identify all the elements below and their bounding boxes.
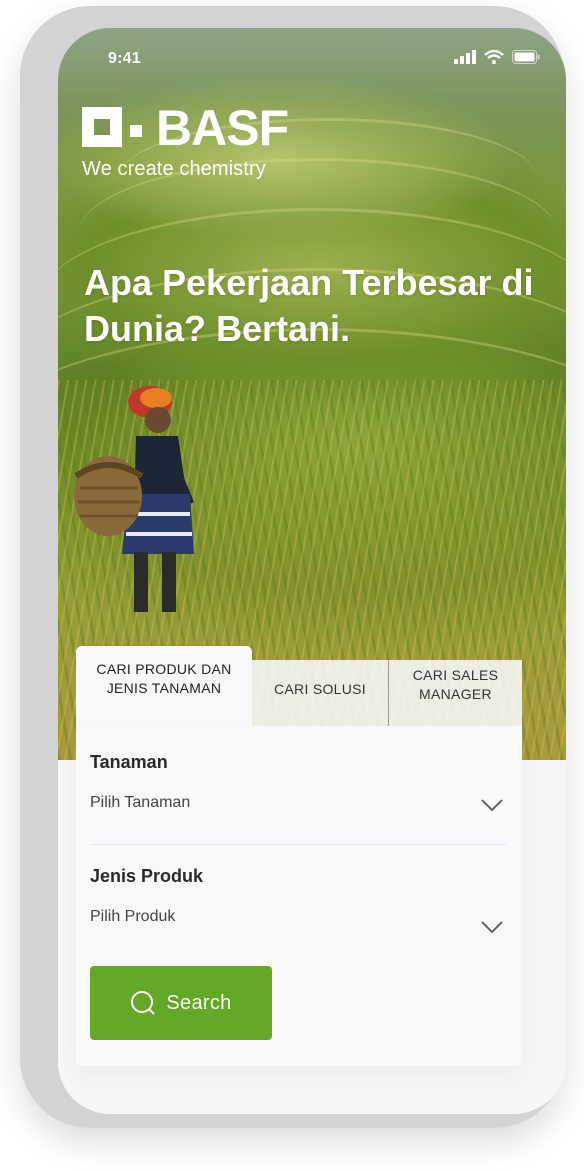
search-tabs: CARI PRODUK DAN JENIS TANAMAN CARI SOLUS… [76,646,540,726]
status-time: 9:41 [108,50,141,67]
app-screen: 9:41 BASF We create chemistry Apa Pekerj… [58,28,566,1114]
crop-label: Tanaman [90,752,168,772]
brand-name: BASF [156,100,289,156]
divider [90,844,506,845]
hero-headline: Apa Pekerjaan Terbesar di Dunia? Bertani… [84,262,534,349]
farmer-illustration [74,386,194,612]
product-type-select[interactable]: Pilih Produk [90,908,175,926]
phone-frame: 9:41 BASF We create chemistry Apa Pekerj… [20,6,566,1128]
tab-cari-sales-manager[interactable]: CARI SALES MANAGER [388,660,522,726]
tab-cari-produk[interactable]: CARI PRODUK DAN JENIS TANAMAN [76,646,252,726]
chevron-down-icon[interactable] [480,798,504,812]
brand-tagline: We create chemistry [82,158,266,180]
basf-logo-mark [82,107,142,147]
status-icons [454,50,540,64]
wifi-icon [484,50,504,64]
battery-icon [512,50,540,64]
brand-logo: BASF We create chemistry [82,100,289,181]
chevron-down-icon[interactable] [480,920,504,934]
product-type-label: Jenis Produk [90,866,204,886]
search-form-card: Tanaman Pilih Tanaman Jenis Produk Pilih… [76,726,522,1066]
search-button[interactable]: Search [90,966,272,1040]
crop-select[interactable]: Pilih Tanaman [90,794,190,812]
tab-cari-solusi[interactable]: CARI SOLUSI [252,660,388,726]
search-icon [131,991,156,1015]
search-button-label: Search [166,991,232,1014]
signal-icon [454,50,476,64]
status-bar: 9:41 [58,28,566,88]
